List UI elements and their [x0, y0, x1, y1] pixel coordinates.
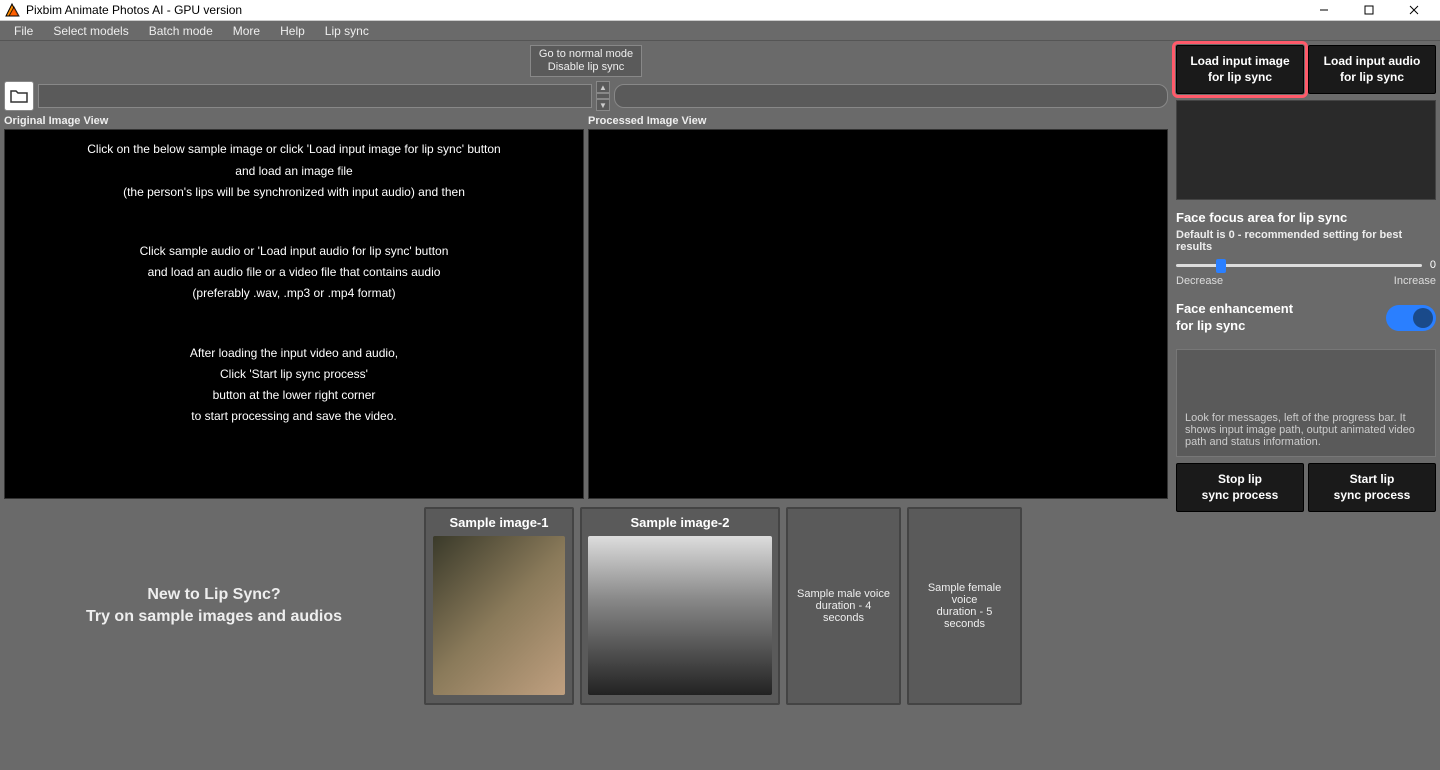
- app-logo-icon: [4, 2, 20, 18]
- load-input-image-button[interactable]: Load input image for lip sync: [1176, 45, 1304, 94]
- spinner-control[interactable]: ▲ ▼: [596, 81, 610, 111]
- face-focus-title: Face focus area for lip sync: [1176, 210, 1436, 225]
- menubar: File Select models Batch mode More Help …: [0, 21, 1440, 41]
- titlebar: Pixbim Animate Photos AI - GPU version: [0, 0, 1440, 21]
- preview-box: [1176, 100, 1436, 200]
- sample-image-1[interactable]: Sample image-1: [424, 507, 574, 705]
- face-enhancement-toggle[interactable]: [1386, 305, 1436, 331]
- slider-value: 0: [1430, 259, 1436, 271]
- sample-female-voice[interactable]: Sample female voice duration - 5 seconds: [907, 507, 1022, 705]
- folder-icon: [10, 89, 28, 103]
- face-focus-subtitle: Default is 0 - recommended setting for b…: [1176, 229, 1436, 253]
- face-focus-slider[interactable]: 0: [1176, 259, 1436, 273]
- menu-more[interactable]: More: [223, 22, 270, 40]
- message-box: Look for messages, left of the progress …: [1176, 349, 1436, 457]
- menu-lip-sync[interactable]: Lip sync: [315, 22, 379, 40]
- normal-mode-button[interactable]: Go to normal mode Disable lip sync: [530, 45, 642, 77]
- processed-image-view: [588, 129, 1168, 499]
- face-enhancement-label: Face enhancement for lip sync: [1176, 301, 1293, 335]
- menu-file[interactable]: File: [4, 22, 43, 40]
- spinner-down-icon[interactable]: ▼: [596, 99, 610, 111]
- menu-batch-mode[interactable]: Batch mode: [139, 22, 223, 40]
- maximize-button[interactable]: [1346, 0, 1391, 21]
- load-input-audio-button[interactable]: Load input audio for lip sync: [1308, 45, 1436, 94]
- sample-image-1-thumb: [433, 536, 564, 695]
- close-button[interactable]: [1391, 0, 1436, 21]
- sample-image-2[interactable]: Sample image-2: [580, 507, 780, 705]
- minimize-button[interactable]: [1301, 0, 1346, 21]
- spinner-up-icon[interactable]: ▲: [596, 81, 610, 93]
- slider-label-decrease: Decrease: [1176, 275, 1223, 287]
- toggle-knob: [1413, 308, 1433, 328]
- slider-label-increase: Increase: [1394, 275, 1436, 287]
- sample-image-2-thumb: [588, 536, 772, 695]
- window-title: Pixbim Animate Photos AI - GPU version: [26, 3, 1301, 17]
- processed-view-label: Processed Image View: [588, 115, 1168, 127]
- slider-thumb[interactable]: [1216, 259, 1226, 273]
- sample-male-voice[interactable]: Sample male voice duration - 4 seconds: [786, 507, 901, 705]
- original-view-label: Original Image View: [4, 115, 584, 127]
- open-folder-button[interactable]: [4, 81, 34, 111]
- original-image-view: Click on the below sample image or click…: [4, 129, 584, 499]
- stop-lip-sync-button[interactable]: Stop lip sync process: [1176, 463, 1304, 512]
- path-input-2[interactable]: [614, 84, 1168, 108]
- path-input-1[interactable]: [38, 84, 592, 108]
- menu-help[interactable]: Help: [270, 22, 315, 40]
- start-lip-sync-button[interactable]: Start lip sync process: [1308, 463, 1436, 512]
- menu-select-models[interactable]: Select models: [43, 22, 138, 40]
- samples-intro: New to Lip Sync? Try on sample images an…: [4, 584, 424, 629]
